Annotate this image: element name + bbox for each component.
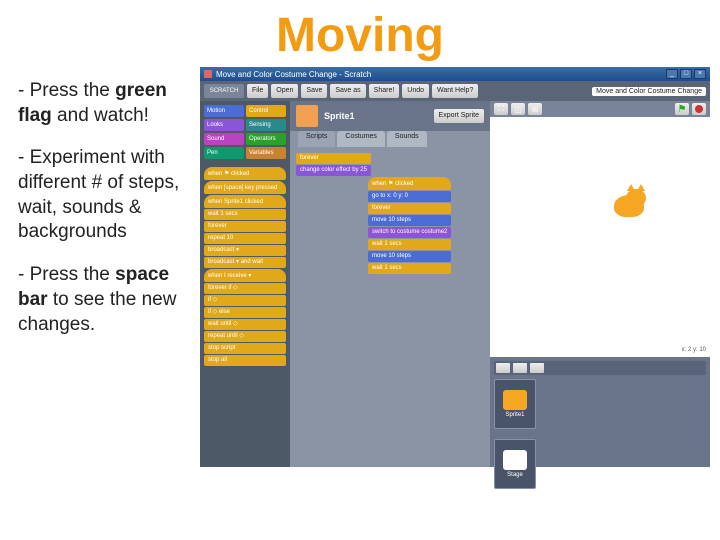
scripts-area[interactable]: foreverchange color effect by 25 when ⚑ … xyxy=(290,147,490,467)
palette-block[interactable]: wait 1 secs xyxy=(204,209,286,220)
palette-block[interactable]: if ◇ else xyxy=(204,307,286,318)
palette-block[interactable]: forever if ◇ xyxy=(204,283,286,294)
category-pen[interactable]: Pen xyxy=(204,147,244,159)
palette-block[interactable]: stop script xyxy=(204,343,286,354)
category-variables[interactable]: Variables xyxy=(246,147,286,159)
category-sound[interactable]: Sound xyxy=(204,133,244,145)
script-block[interactable]: wait 1 secs xyxy=(368,263,451,274)
instruction-2: - Experiment with different # of steps, … xyxy=(18,146,188,245)
presentation-mode-button[interactable]: ⛶ xyxy=(494,103,508,115)
category-looks[interactable]: Looks xyxy=(204,119,244,131)
stage[interactable]: x: 2 y: 10 xyxy=(490,117,710,357)
slide-title: Moving xyxy=(0,0,720,67)
instruction-3: - Press the space bar to see the new cha… xyxy=(18,263,188,337)
stop-icon xyxy=(695,105,703,113)
palette-block[interactable]: forever xyxy=(204,221,286,232)
palette-block[interactable]: broadcast ▾ xyxy=(204,245,286,256)
palette-block[interactable]: broadcast ▾ and wait xyxy=(204,257,286,268)
palette-block[interactable]: when ⚑ clicked xyxy=(204,167,286,180)
toolbar-help[interactable]: Want Help? xyxy=(432,84,478,98)
category-operators[interactable]: Operators xyxy=(246,133,286,145)
script-block[interactable]: move 10 steps xyxy=(368,251,451,262)
sprite-thumbnail xyxy=(296,105,318,127)
toolbar-saveas[interactable]: Save as xyxy=(330,84,365,98)
category-sensing[interactable]: Sensing xyxy=(246,119,286,131)
tab-costumes[interactable]: Costumes xyxy=(337,131,385,147)
palette-block[interactable]: when Sprite1 clicked xyxy=(204,195,286,208)
block-palette: MotionControlLooksSensingSoundOperatorsP… xyxy=(200,101,290,467)
palette-block[interactable]: when [space] key pressed xyxy=(204,181,286,194)
stage-controls: ⛶ ◫ ⊞ ⚑ xyxy=(490,101,710,117)
category-motion[interactable]: Motion xyxy=(204,105,244,117)
script-block[interactable]: move 10 steps xyxy=(368,215,451,226)
choose-sprite-button[interactable] xyxy=(513,363,527,373)
green-flag-button[interactable]: ⚑ xyxy=(675,103,689,115)
maximize-button[interactable]: □ xyxy=(680,69,692,79)
palette-block[interactable]: stop all xyxy=(204,355,286,366)
script-block[interactable]: switch to costume costume2 xyxy=(368,227,451,238)
project-name: Move and Color Costume Change xyxy=(592,87,706,96)
export-sprite-button[interactable]: Export Sprite xyxy=(434,109,484,123)
palette-block[interactable]: if ◇ xyxy=(204,295,286,306)
green-flag-icon: ⚑ xyxy=(678,104,687,115)
surprise-sprite-button[interactable] xyxy=(530,363,544,373)
mouse-xy-label: x: 2 y: 10 xyxy=(682,347,706,353)
instructions-panel: - Press the green flag and watch! - Expe… xyxy=(0,67,200,467)
toolbar-file[interactable]: File xyxy=(247,84,268,98)
palette-block[interactable]: wait until ◇ xyxy=(204,319,286,330)
scratch-logo: SCRATCH xyxy=(204,84,244,98)
palette-block[interactable]: repeat 10 xyxy=(204,233,286,244)
stage-card[interactable]: Stage xyxy=(494,439,536,489)
toolbar-share[interactable]: Share! xyxy=(369,84,400,98)
paint-new-sprite-button[interactable] xyxy=(496,363,510,373)
toolbar-undo[interactable]: Undo xyxy=(402,84,429,98)
script-block[interactable]: go to x: 0 y: 0 xyxy=(368,191,451,202)
palette-block[interactable]: when I receive ▾ xyxy=(204,269,286,282)
toolbar-save[interactable]: Save xyxy=(301,84,327,98)
minimize-button[interactable]: _ xyxy=(666,69,678,79)
scratch-app-window: Move and Color Costume Change - Scratch … xyxy=(200,67,710,467)
script-block[interactable]: forever xyxy=(368,203,451,214)
instruction-1: - Press the green flag and watch! xyxy=(18,79,188,128)
close-button[interactable]: × xyxy=(694,69,706,79)
stop-button[interactable] xyxy=(692,103,706,115)
window-title: Move and Color Costume Change - Scratch xyxy=(216,70,371,79)
toolbar-open[interactable]: Open xyxy=(271,84,298,98)
view-mode-button[interactable]: ◫ xyxy=(511,103,525,115)
cat-sprite-on-stage[interactable] xyxy=(610,187,650,223)
script-block[interactable]: change color effect by 25 xyxy=(296,165,371,176)
sprite-name-label: Sprite1 xyxy=(324,111,355,121)
zoom-button[interactable]: ⊞ xyxy=(528,103,542,115)
category-control[interactable]: Control xyxy=(246,105,286,117)
script-block[interactable]: forever xyxy=(296,153,371,164)
script-block[interactable]: wait 1 secs xyxy=(368,239,451,250)
sprite-list-panel: Sprite1 Stage xyxy=(490,357,710,467)
tab-sounds[interactable]: Sounds xyxy=(387,131,427,147)
window-titlebar: Move and Color Costume Change - Scratch … xyxy=(200,67,710,81)
app-toolbar: SCRATCH File Open Save Save as Share! Un… xyxy=(200,81,710,101)
script-block[interactable]: when ⚑ clicked xyxy=(368,177,451,190)
scripts-panel: Sprite1 Export Sprite Scripts Costumes S… xyxy=(290,101,490,467)
palette-block[interactable]: repeat until ◇ xyxy=(204,331,286,342)
tab-scripts[interactable]: Scripts xyxy=(298,131,335,147)
app-icon xyxy=(204,70,212,78)
sprite-card-sprite1[interactable]: Sprite1 xyxy=(494,379,536,429)
